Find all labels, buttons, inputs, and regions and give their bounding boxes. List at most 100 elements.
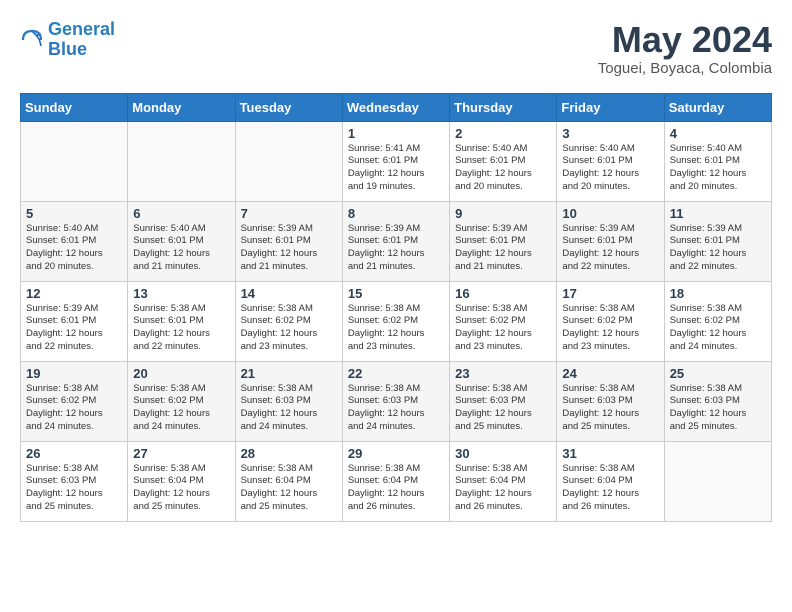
cell-info: Sunrise: 5:38 AM Sunset: 6:03 PM Dayligh… [241, 383, 337, 434]
calendar-cell: 14 Sunrise: 5:38 AM Sunset: 6:02 PM Dayli… [235, 281, 342, 361]
day-number: 19 [26, 366, 122, 381]
calendar-cell: 25 Sunrise: 5:38 AM Sunset: 6:03 PM Dayli… [664, 361, 771, 441]
calendar-cell: 27 Sunrise: 5:38 AM Sunset: 6:04 PM Dayli… [128, 441, 235, 521]
calendar-cell: 1 Sunrise: 5:41 AM Sunset: 6:01 PM Daylig… [342, 121, 449, 201]
day-number: 14 [241, 286, 337, 301]
cell-info: Sunrise: 5:39 AM Sunset: 6:01 PM Dayligh… [562, 223, 658, 274]
day-number: 8 [348, 206, 444, 221]
day-number: 30 [455, 446, 551, 461]
cell-info: Sunrise: 5:38 AM Sunset: 6:02 PM Dayligh… [26, 383, 122, 434]
day-number: 1 [348, 126, 444, 141]
cell-info: Sunrise: 5:38 AM Sunset: 6:02 PM Dayligh… [348, 303, 444, 354]
cell-info: Sunrise: 5:38 AM Sunset: 6:02 PM Dayligh… [670, 303, 766, 354]
cell-info: Sunrise: 5:38 AM Sunset: 6:03 PM Dayligh… [455, 383, 551, 434]
day-number: 29 [348, 446, 444, 461]
calendar-cell: 10 Sunrise: 5:39 AM Sunset: 6:01 PM Dayli… [557, 201, 664, 281]
calendar-cell: 28 Sunrise: 5:38 AM Sunset: 6:04 PM Dayli… [235, 441, 342, 521]
calendar-week-row: 19 Sunrise: 5:38 AM Sunset: 6:02 PM Dayli… [21, 361, 772, 441]
calendar-table: SundayMondayTuesdayWednesdayThursdayFrid… [20, 93, 772, 522]
logo-line2: Blue [48, 40, 115, 60]
day-header-wednesday: Wednesday [342, 93, 449, 121]
cell-info: Sunrise: 5:39 AM Sunset: 6:01 PM Dayligh… [348, 223, 444, 274]
day-number: 20 [133, 366, 229, 381]
day-number: 28 [241, 446, 337, 461]
cell-info: Sunrise: 5:38 AM Sunset: 6:02 PM Dayligh… [562, 303, 658, 354]
day-header-friday: Friday [557, 93, 664, 121]
calendar-cell: 3Sunrise: 5:40 AM Sunset: 6:01 PM Daylig… [557, 121, 664, 201]
cell-info: Sunrise: 5:38 AM Sunset: 6:04 PM Dayligh… [562, 463, 658, 514]
day-number: 11 [670, 206, 766, 221]
day-number: 7 [241, 206, 337, 221]
calendar-cell: 8 Sunrise: 5:39 AM Sunset: 6:01 PM Daylig… [342, 201, 449, 281]
day-header-tuesday: Tuesday [235, 93, 342, 121]
cell-info: Sunrise: 5:38 AM Sunset: 6:04 PM Dayligh… [133, 463, 229, 514]
month-year: May 2024 [598, 20, 772, 60]
cell-info: Sunrise: 5:38 AM Sunset: 6:04 PM Dayligh… [241, 463, 337, 514]
cell-info: Sunrise: 5:39 AM Sunset: 6:01 PM Dayligh… [455, 223, 551, 274]
day-header-monday: Monday [128, 93, 235, 121]
day-number: 3 [562, 126, 658, 141]
calendar-cell [128, 121, 235, 201]
day-number: 23 [455, 366, 551, 381]
cell-info: Sunrise: 5:39 AM Sunset: 6:01 PM Dayligh… [26, 303, 122, 354]
calendar-cell [21, 121, 128, 201]
calendar-week-row: 5Sunrise: 5:40 AM Sunset: 6:01 PM Daylig… [21, 201, 772, 281]
cell-info: Sunrise: 5:39 AM Sunset: 6:01 PM Dayligh… [670, 223, 766, 274]
calendar-cell [235, 121, 342, 201]
calendar-cell: 18 Sunrise: 5:38 AM Sunset: 6:02 PM Dayli… [664, 281, 771, 361]
calendar-cell: 31 Sunrise: 5:38 AM Sunset: 6:04 PM Dayli… [557, 441, 664, 521]
cell-info: Sunrise: 5:38 AM Sunset: 6:03 PM Dayligh… [670, 383, 766, 434]
calendar-header-row: SundayMondayTuesdayWednesdayThursdayFrid… [21, 93, 772, 121]
day-number: 4 [670, 126, 766, 141]
day-number: 31 [562, 446, 658, 461]
calendar-cell: 26Sunrise: 5:38 AM Sunset: 6:03 PM Dayli… [21, 441, 128, 521]
calendar-cell: 15 Sunrise: 5:38 AM Sunset: 6:02 PM Dayli… [342, 281, 449, 361]
cell-info: Sunrise: 5:38 AM Sunset: 6:04 PM Dayligh… [455, 463, 551, 514]
calendar-cell: 5Sunrise: 5:40 AM Sunset: 6:01 PM Daylig… [21, 201, 128, 281]
day-header-saturday: Saturday [664, 93, 771, 121]
calendar-cell: 30 Sunrise: 5:38 AM Sunset: 6:04 PM Dayli… [450, 441, 557, 521]
day-header-sunday: Sunday [21, 93, 128, 121]
calendar-cell: 19 Sunrise: 5:38 AM Sunset: 6:02 PM Dayli… [21, 361, 128, 441]
day-number: 15 [348, 286, 444, 301]
day-header-thursday: Thursday [450, 93, 557, 121]
calendar-week-row: 1 Sunrise: 5:41 AM Sunset: 6:01 PM Daylig… [21, 121, 772, 201]
calendar-cell: 6Sunrise: 5:40 AM Sunset: 6:01 PM Daylig… [128, 201, 235, 281]
cell-info: Sunrise: 5:38 AM Sunset: 6:03 PM Dayligh… [562, 383, 658, 434]
day-number: 25 [670, 366, 766, 381]
cell-info: Sunrise: 5:38 AM Sunset: 6:02 PM Dayligh… [133, 383, 229, 434]
calendar-cell: 2Sunrise: 5:40 AM Sunset: 6:01 PM Daylig… [450, 121, 557, 201]
day-number: 27 [133, 446, 229, 461]
cell-info: Sunrise: 5:38 AM Sunset: 6:03 PM Dayligh… [348, 383, 444, 434]
day-number: 22 [348, 366, 444, 381]
cell-info: Sunrise: 5:40 AM Sunset: 6:01 PM Dayligh… [133, 223, 229, 274]
calendar-cell: 13Sunrise: 5:38 AM Sunset: 6:01 PM Dayli… [128, 281, 235, 361]
calendar-cell: 23 Sunrise: 5:38 AM Sunset: 6:03 PM Dayli… [450, 361, 557, 441]
cell-info: Sunrise: 5:40 AM Sunset: 6:01 PM Dayligh… [670, 143, 766, 194]
calendar-cell: 4 Sunrise: 5:40 AM Sunset: 6:01 PM Daylig… [664, 121, 771, 201]
day-number: 9 [455, 206, 551, 221]
calendar-cell: 7 Sunrise: 5:39 AM Sunset: 6:01 PM Daylig… [235, 201, 342, 281]
calendar-cell: 16Sunrise: 5:38 AM Sunset: 6:02 PM Dayli… [450, 281, 557, 361]
day-number: 24 [562, 366, 658, 381]
logo-icon [20, 28, 44, 52]
calendar-cell: 20 Sunrise: 5:38 AM Sunset: 6:02 PM Dayli… [128, 361, 235, 441]
cell-info: Sunrise: 5:38 AM Sunset: 6:04 PM Dayligh… [348, 463, 444, 514]
cell-info: Sunrise: 5:38 AM Sunset: 6:02 PM Dayligh… [241, 303, 337, 354]
calendar-cell: 17Sunrise: 5:38 AM Sunset: 6:02 PM Dayli… [557, 281, 664, 361]
day-number: 13 [133, 286, 229, 301]
cell-info: Sunrise: 5:39 AM Sunset: 6:01 PM Dayligh… [241, 223, 337, 274]
calendar-cell: 9 Sunrise: 5:39 AM Sunset: 6:01 PM Daylig… [450, 201, 557, 281]
calendar-cell: 12Sunrise: 5:39 AM Sunset: 6:01 PM Dayli… [21, 281, 128, 361]
cell-info: Sunrise: 5:41 AM Sunset: 6:01 PM Dayligh… [348, 143, 444, 194]
calendar-cell: 21Sunrise: 5:38 AM Sunset: 6:03 PM Dayli… [235, 361, 342, 441]
logo-line1: General [48, 19, 115, 39]
calendar-cell [664, 441, 771, 521]
calendar-week-row: 12Sunrise: 5:39 AM Sunset: 6:01 PM Dayli… [21, 281, 772, 361]
day-number: 10 [562, 206, 658, 221]
calendar-cell: 22 Sunrise: 5:38 AM Sunset: 6:03 PM Dayli… [342, 361, 449, 441]
calendar-cell: 11 Sunrise: 5:39 AM Sunset: 6:01 PM Dayli… [664, 201, 771, 281]
calendar-week-row: 26Sunrise: 5:38 AM Sunset: 6:03 PM Dayli… [21, 441, 772, 521]
day-number: 18 [670, 286, 766, 301]
cell-info: Sunrise: 5:38 AM Sunset: 6:03 PM Dayligh… [26, 463, 122, 514]
